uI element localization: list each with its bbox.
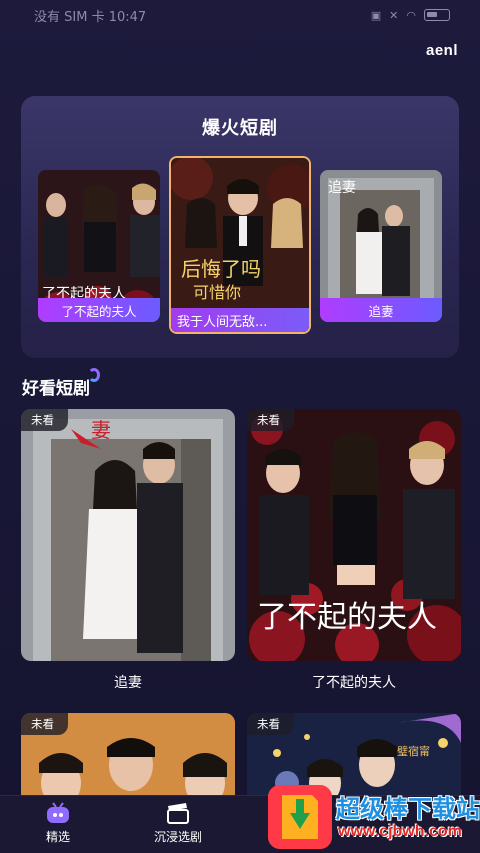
unwatched-badge: 未看 — [21, 713, 68, 735]
watermark-url: www.cjbwh.com — [338, 823, 462, 840]
unwatched-badge: 未看 — [21, 409, 68, 431]
poster-title-art: 妻 — [91, 418, 111, 442]
poster-image: 妻 — [21, 409, 235, 661]
good-dramas-title-text: 好看短剧 — [22, 379, 90, 399]
battery-icon — [424, 9, 450, 21]
unwatched-badge: 未看 — [247, 409, 294, 431]
hot-item-1[interactable]: 了不起的夫人 了不起的夫人 — [38, 170, 160, 322]
hot-item-3[interactable]: 追妻 追妻 — [320, 170, 442, 322]
sparkle-icon — [88, 368, 100, 382]
drama-card-1-title: 追妻 — [114, 675, 142, 691]
status-text: 没有 SIM 卡 10:47 — [34, 9, 147, 25]
clapperboard-icon — [167, 803, 189, 824]
good-dramas-title: 好看短剧 — [22, 368, 100, 399]
watermark-text: 超级棒下载站 — [336, 795, 480, 823]
header-label[interactable]: aenl — [426, 42, 458, 59]
hot-dramas-panel: 爆火短剧 了不起的夫人 了不起的夫人 后悔了吗 可惜你 我于人间无敌... 追妻… — [21, 96, 459, 358]
poster-image: 了不起的夫人 — [247, 409, 461, 661]
poster-title-art: 璧宿甯 — [397, 744, 430, 758]
unwatched-badge: 未看 — [247, 713, 294, 735]
drama-card-2-title: 了不起的夫人 — [312, 675, 396, 691]
status-bar: 没有 SIM 卡 10:47 ▣ ✕ ◠ — [0, 0, 480, 30]
site-watermark: 超级棒下载站 www.cjbwh.com — [268, 785, 480, 853]
poster-title-art: 了不起的夫人 — [257, 600, 437, 635]
mute-icon: ✕ — [389, 8, 399, 22]
hot-item-3-label: 追妻 — [320, 298, 442, 322]
tab-immersive-label: 沉浸选剧 — [154, 830, 203, 844]
status-icons: ▣ ✕ ◠ — [371, 9, 450, 22]
tab-featured-label: 精选 — [46, 830, 71, 844]
poster-title-art: 追妻 — [328, 180, 356, 196]
poster-title-art: 后悔了吗 — [181, 257, 261, 281]
wifi-icon: ◠ — [406, 8, 416, 22]
drama-card-1[interactable]: 妻 未看 — [21, 409, 235, 661]
svg-text:可惜你: 可惜你 — [193, 283, 241, 302]
hot-item-2[interactable]: 后悔了吗 可惜你 我于人间无敌... — [169, 156, 311, 334]
hot-dramas-title: 爆火短剧 — [202, 118, 278, 139]
vibrate-icon: ▣ — [370, 8, 382, 22]
tv-icon — [47, 802, 69, 823]
tab-immersive[interactable]: 沉浸选剧 — [154, 802, 202, 845]
hot-item-1-label: 了不起的夫人 — [38, 298, 160, 322]
tab-featured[interactable]: 精选 — [46, 802, 70, 845]
download-logo-icon — [268, 785, 332, 849]
drama-card-2[interactable]: 了不起的夫人 未看 — [247, 409, 461, 661]
hot-item-2-label: 我于人间无敌... — [171, 308, 309, 332]
drama-card-3[interactable]: 未看 — [21, 713, 235, 803]
